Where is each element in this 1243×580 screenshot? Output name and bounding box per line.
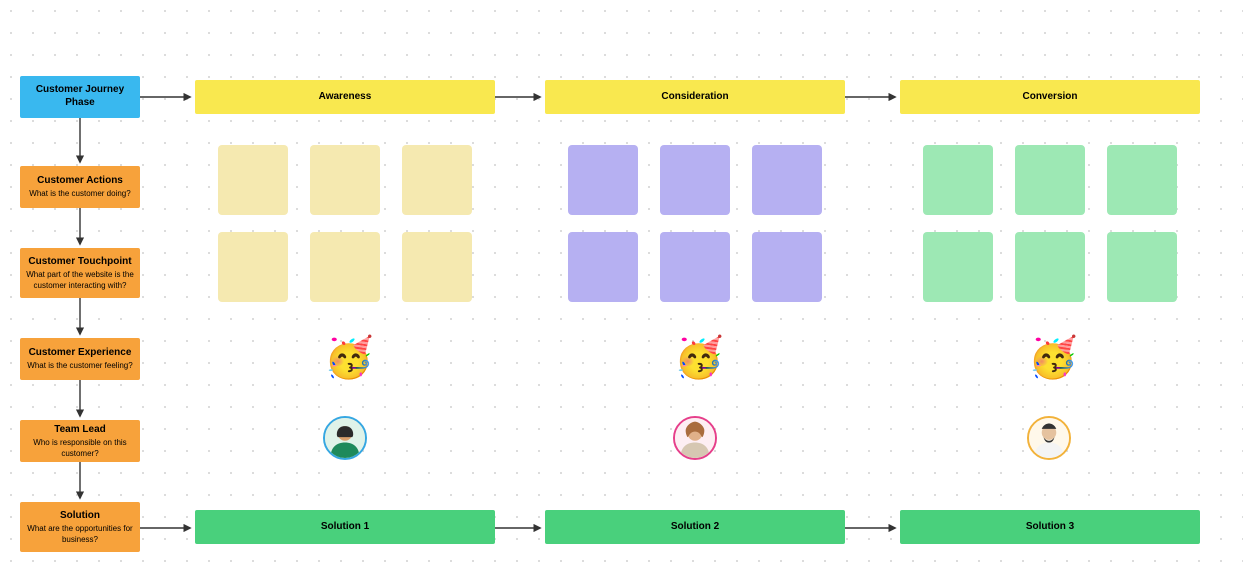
solution-3-label: Solution 3 — [1026, 520, 1074, 533]
arrow-down-5 — [79, 462, 81, 502]
phase-conversion[interactable]: Conversion — [900, 80, 1200, 114]
row-teamlead-sub: Who is responsible on this customer? — [20, 438, 140, 459]
sticky-conversion-touchpoint-2[interactable] — [1015, 232, 1085, 302]
phase-consideration-label: Consideration — [661, 90, 728, 103]
sticky-consideration-touchpoint-1[interactable] — [568, 232, 638, 302]
journey-phase-label[interactable]: Customer Journey Phase — [20, 76, 140, 118]
sticky-consideration-action-1[interactable] — [568, 145, 638, 215]
arrow-down-1 — [79, 118, 81, 166]
row-touchpoint-title: Customer Touchpoint — [28, 255, 131, 268]
row-actions-sub: What is the customer doing? — [29, 189, 130, 199]
row-solution[interactable]: Solution What are the opportunities for … — [20, 502, 140, 552]
arrow-down-4 — [79, 380, 81, 420]
party-emoji-icon[interactable]: 🥳 — [1028, 338, 1078, 378]
row-solution-sub: What are the opportunities for business? — [20, 524, 140, 545]
arrow-solution-2-3 — [845, 527, 900, 529]
solution-1[interactable]: Solution 1 — [195, 510, 495, 544]
party-emoji-icon[interactable]: 🥳 — [674, 338, 724, 378]
solution-2[interactable]: Solution 2 — [545, 510, 845, 544]
avatar-conversion[interactable] — [1027, 416, 1071, 460]
arrow-down-2 — [79, 208, 81, 248]
sticky-consideration-touchpoint-3[interactable] — [752, 232, 822, 302]
row-actions-title: Customer Actions — [37, 174, 123, 187]
row-customer-touchpoint[interactable]: Customer Touchpoint What part of the web… — [20, 248, 140, 298]
phase-consideration[interactable]: Consideration — [545, 80, 845, 114]
party-emoji-icon[interactable]: 🥳 — [324, 338, 374, 378]
arrow-down-3 — [79, 298, 81, 338]
row-solution-title: Solution — [60, 509, 100, 522]
row-touchpoint-sub: What part of the website is the customer… — [20, 270, 140, 291]
arrow-consideration-conversion — [845, 96, 900, 98]
arrow-solution-to-1 — [140, 527, 195, 529]
solution-3[interactable]: Solution 3 — [900, 510, 1200, 544]
phase-awareness[interactable]: Awareness — [195, 80, 495, 114]
sticky-awareness-action-3[interactable] — [402, 145, 472, 215]
sticky-consideration-action-2[interactable] — [660, 145, 730, 215]
sticky-awareness-touchpoint-3[interactable] — [402, 232, 472, 302]
sticky-consideration-action-3[interactable] — [752, 145, 822, 215]
arrow-phase-to-awareness — [140, 96, 195, 98]
arrow-solution-1-2 — [495, 527, 545, 529]
sticky-conversion-touchpoint-1[interactable] — [923, 232, 993, 302]
avatar-consideration[interactable] — [673, 416, 717, 460]
row-customer-experience[interactable]: Customer Experience What is the customer… — [20, 338, 140, 380]
sticky-awareness-action-1[interactable] — [218, 145, 288, 215]
sticky-consideration-touchpoint-2[interactable] — [660, 232, 730, 302]
arrow-awareness-consideration — [495, 96, 545, 98]
sticky-awareness-action-2[interactable] — [310, 145, 380, 215]
sticky-awareness-touchpoint-1[interactable] — [218, 232, 288, 302]
phase-awareness-label: Awareness — [319, 90, 372, 103]
sticky-conversion-action-2[interactable] — [1015, 145, 1085, 215]
row-team-lead[interactable]: Team Lead Who is responsible on this cus… — [20, 420, 140, 462]
solution-1-label: Solution 1 — [321, 520, 369, 533]
sticky-awareness-touchpoint-2[interactable] — [310, 232, 380, 302]
avatar-awareness[interactable] — [323, 416, 367, 460]
row-experience-sub: What is the customer feeling? — [27, 361, 132, 371]
avatar-icon — [325, 418, 365, 458]
avatar-icon — [675, 418, 715, 458]
phase-title: Customer Journey Phase — [20, 83, 140, 109]
row-experience-title: Customer Experience — [29, 346, 132, 359]
solution-2-label: Solution 2 — [671, 520, 719, 533]
row-customer-actions[interactable]: Customer Actions What is the customer do… — [20, 166, 140, 208]
row-teamlead-title: Team Lead — [54, 423, 106, 436]
sticky-conversion-touchpoint-3[interactable] — [1107, 232, 1177, 302]
sticky-conversion-action-3[interactable] — [1107, 145, 1177, 215]
sticky-conversion-action-1[interactable] — [923, 145, 993, 215]
phase-conversion-label: Conversion — [1022, 90, 1077, 103]
avatar-icon — [1029, 418, 1069, 458]
